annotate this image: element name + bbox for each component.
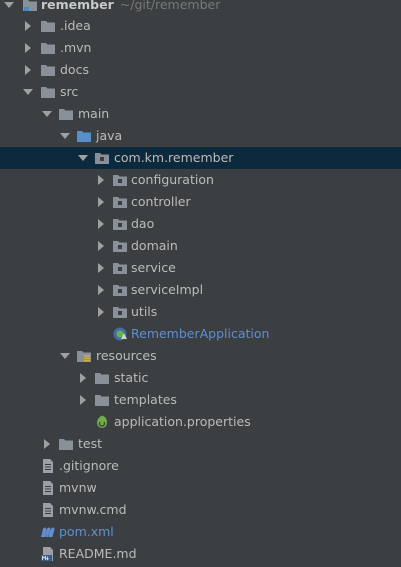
tree-item-label: .gitignore — [59, 458, 119, 473]
package-icon — [94, 150, 110, 166]
package-icon — [112, 304, 128, 320]
collapsed-arrow-icon[interactable] — [95, 191, 107, 213]
tree-row-serviceimpl[interactable]: serviceImpl — [0, 279, 401, 301]
tree-row-static[interactable]: static — [0, 367, 401, 389]
tree-row-readme[interactable]: README.md — [0, 543, 401, 565]
spring-boot-app-icon — [112, 326, 128, 342]
expanded-arrow-icon[interactable] — [59, 345, 71, 367]
text-file-icon — [40, 502, 56, 518]
folder-icon — [40, 40, 56, 56]
resources-folder-icon — [76, 348, 92, 364]
text-file-icon — [40, 480, 56, 496]
tree-row-root[interactable]: remember ~/git/remember — [0, 0, 401, 16]
tree-item-label: docs — [60, 62, 89, 77]
folder-icon — [58, 106, 74, 122]
tree-item-label: utils — [131, 304, 158, 319]
tree-item-label: serviceImpl — [131, 282, 204, 297]
tree-row-idea[interactable]: .idea — [0, 15, 401, 37]
tree-row-app-class[interactable]: RememberApplication — [0, 323, 401, 345]
tree-row-mvn[interactable]: .mvn — [0, 37, 401, 59]
tree-item-label: dao — [131, 216, 155, 231]
tree-item-label: java — [96, 128, 123, 143]
tree-row-main[interactable]: main — [0, 103, 401, 125]
tree-row-dao[interactable]: dao — [0, 213, 401, 235]
expanded-arrow-icon[interactable] — [41, 103, 53, 125]
tree-item-label: RememberApplication — [131, 326, 270, 341]
tree-item-label: README.md — [59, 546, 137, 561]
maven-icon — [40, 524, 56, 540]
expanded-arrow-icon[interactable] — [59, 125, 71, 147]
spring-properties-icon — [94, 414, 110, 430]
tree-row-mvnw[interactable]: mvnw — [0, 477, 401, 499]
tree-row-mvnw-cmd[interactable]: mvnw.cmd — [0, 499, 401, 521]
package-icon — [112, 238, 128, 254]
folder-icon — [40, 84, 56, 100]
tree-item-label: static — [114, 370, 149, 385]
collapsed-arrow-icon[interactable] — [95, 169, 107, 191]
tree-item-label: application.properties — [114, 414, 251, 429]
package-icon — [112, 260, 128, 276]
tree-row-java[interactable]: java — [0, 125, 401, 147]
tree-item-label: pom.xml — [59, 524, 114, 539]
tree-row-domain[interactable]: domain — [0, 235, 401, 257]
package-icon — [112, 282, 128, 298]
folder-icon — [94, 370, 110, 386]
tree-row-templates[interactable]: templates — [0, 389, 401, 411]
folder-icon — [40, 18, 56, 34]
collapsed-arrow-icon[interactable] — [22, 37, 34, 59]
package-icon — [112, 172, 128, 188]
text-file-icon — [40, 458, 56, 474]
tree-item-label: .mvn — [60, 40, 92, 55]
tree-item-label: service — [131, 260, 176, 275]
tree-row-pom[interactable]: pom.xml — [0, 521, 401, 543]
collapsed-arrow-icon[interactable] — [77, 367, 89, 389]
tree-row-docs[interactable]: docs — [0, 59, 401, 81]
tree-item-label: controller — [131, 194, 191, 209]
collapsed-arrow-icon[interactable] — [95, 257, 107, 279]
markdown-file-icon — [40, 546, 56, 562]
collapsed-arrow-icon[interactable] — [77, 389, 89, 411]
tree-item-label: mvnw — [59, 480, 97, 495]
tree-item-label: configuration — [131, 172, 214, 187]
tree-row-package[interactable]: com.km.remember — [0, 147, 401, 169]
collapsed-arrow-icon[interactable] — [95, 213, 107, 235]
tree-row-controller[interactable]: controller — [0, 191, 401, 213]
tree-item-label: .idea — [60, 18, 91, 33]
project-folder-icon — [22, 0, 38, 13]
source-folder-icon — [76, 128, 92, 144]
package-icon — [112, 216, 128, 232]
expanded-arrow-icon[interactable] — [3, 0, 15, 16]
tree-row-service[interactable]: service — [0, 257, 401, 279]
collapsed-arrow-icon[interactable] — [95, 235, 107, 257]
tree-row-resources[interactable]: resources — [0, 345, 401, 367]
collapsed-arrow-icon[interactable] — [22, 59, 34, 81]
collapsed-arrow-icon[interactable] — [41, 433, 53, 455]
folder-icon — [94, 392, 110, 408]
expanded-arrow-icon[interactable] — [22, 81, 34, 103]
package-icon — [112, 194, 128, 210]
tree-item-label: src — [60, 84, 79, 99]
tree-row-test[interactable]: test — [0, 433, 401, 455]
folder-icon — [40, 62, 56, 78]
tree-item-label: domain — [131, 238, 178, 253]
collapsed-arrow-icon[interactable] — [95, 301, 107, 323]
tree-row-configuration[interactable]: configuration — [0, 169, 401, 191]
tree-item-label: mvnw.cmd — [59, 502, 127, 517]
project-name: remember — [41, 0, 114, 12]
expanded-arrow-icon[interactable] — [77, 147, 89, 169]
tree-item-label: resources — [96, 348, 157, 363]
tree-item-label: templates — [114, 392, 177, 407]
tree-row-src[interactable]: src — [0, 81, 401, 103]
tree-item-label: test — [78, 436, 103, 451]
collapsed-arrow-icon[interactable] — [95, 279, 107, 301]
tree-row-gitignore[interactable]: .gitignore — [0, 455, 401, 477]
project-tree: remember ~/git/remember .idea .mvn docs — [0, 0, 401, 567]
collapsed-arrow-icon[interactable] — [22, 15, 34, 37]
project-path: ~/git/remember — [119, 0, 221, 12]
tree-row-utils[interactable]: utils — [0, 301, 401, 323]
folder-icon — [58, 436, 74, 452]
tree-item-label: com.km.remember — [114, 150, 234, 165]
tree-item-label: main — [78, 106, 110, 121]
tree-row-app-properties[interactable]: application.properties — [0, 411, 401, 433]
